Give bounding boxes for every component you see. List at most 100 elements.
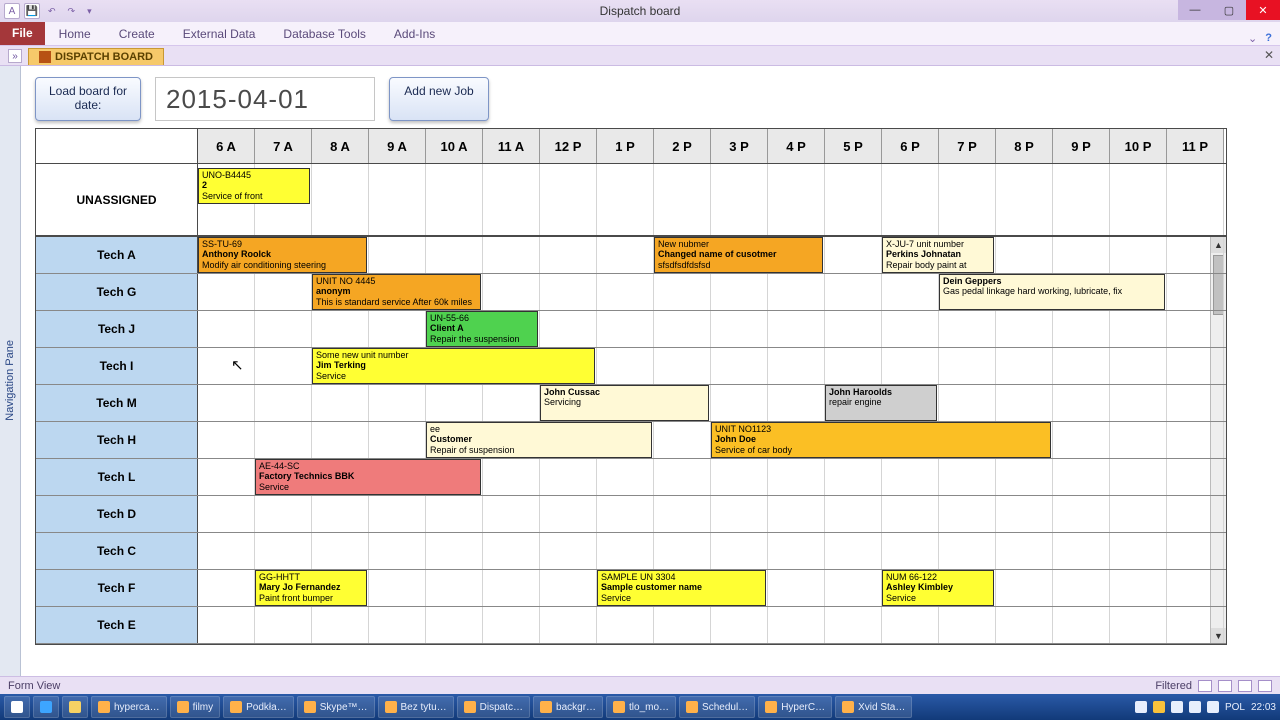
- tech-row: Tech C: [36, 533, 1226, 570]
- ribbon-tab-file[interactable]: File: [0, 21, 45, 45]
- hour-header: 8 A: [312, 129, 369, 163]
- qat-undo-icon[interactable]: ↶: [44, 6, 60, 17]
- job-card[interactable]: NUM 66-122Ashley KimbleyService: [882, 570, 994, 606]
- job-card[interactable]: John CussacServicing: [540, 385, 709, 421]
- job-card[interactable]: New nubmerChanged name of cusotmersfsdfs…: [654, 237, 823, 273]
- tech-track[interactable]: SS-TU-69Anthony RoolckModify air conditi…: [198, 237, 1226, 273]
- taskbar-app-button[interactable]: tlo_mo…: [606, 696, 676, 718]
- job-card[interactable]: eeCustomerRepair of suspension: [426, 422, 652, 458]
- taskbar-ie-button[interactable]: [33, 696, 59, 718]
- view-datasheet-icon[interactable]: [1218, 680, 1232, 692]
- job-customer: Factory Technics BBK: [259, 471, 477, 481]
- tech-track[interactable]: [198, 533, 1226, 569]
- ribbon-tab-create[interactable]: Create: [105, 23, 169, 45]
- tech-label: Tech H: [36, 422, 198, 458]
- document-tab-close-button[interactable]: ✕: [1264, 48, 1274, 62]
- tech-row: Tech FGG-HHTTMary Jo FernandezPaint fron…: [36, 570, 1226, 607]
- tech-track[interactable]: GG-HHTTMary Jo FernandezPaint front bump…: [198, 570, 1226, 606]
- shutter-bar-toggle[interactable]: »: [8, 49, 22, 63]
- job-card[interactable]: UN-55-66Client ARepair the suspension: [426, 311, 538, 347]
- job-unit: UN-55-66: [430, 313, 534, 323]
- start-button[interactable]: [4, 696, 30, 718]
- ribbon-tab-add-ins[interactable]: Add-Ins: [380, 23, 449, 45]
- tech-track[interactable]: Some new unit numberJim TerkingService: [198, 348, 1226, 384]
- taskbar-app-button[interactable]: Bez tytu…: [378, 696, 454, 718]
- job-customer: Perkins Johnatan: [886, 249, 990, 259]
- job-desc: Repair the suspension: [430, 334, 534, 344]
- job-card[interactable]: UNIT NO1123John DoeService of car body: [711, 422, 1051, 458]
- tech-track[interactable]: UN-55-66Client ARepair the suspension: [198, 311, 1226, 347]
- ribbon-tab-database-tools[interactable]: Database Tools: [269, 23, 380, 45]
- job-unit: SAMPLE UN 3304: [601, 572, 762, 582]
- tech-track[interactable]: John CussacServicing John Harooldsrepair …: [198, 385, 1226, 421]
- job-card[interactable]: SAMPLE UN 3304Sample customer nameServic…: [597, 570, 766, 606]
- add-new-job-button[interactable]: Add new Job: [389, 77, 489, 121]
- taskbar-app-label: Skype™…: [320, 702, 368, 713]
- window-maximize-button[interactable]: ▢: [1212, 0, 1246, 20]
- job-card[interactable]: UNIT NO 4445anonymThis is standard servi…: [312, 274, 481, 310]
- taskbar-app-button[interactable]: hyperca…: [91, 696, 167, 718]
- view-design-icon[interactable]: [1258, 680, 1272, 692]
- window-close-button[interactable]: ✕: [1246, 0, 1280, 20]
- job-card[interactable]: UNO-B44452Service of front: [198, 168, 310, 204]
- system-tray[interactable]: POL 22:03: [1135, 701, 1276, 713]
- ribbon-tab-external-data[interactable]: External Data: [169, 23, 270, 45]
- navigation-pane-label: Navigation Pane: [4, 340, 16, 421]
- document-tab-dispatch-board[interactable]: DISPATCH BOARD: [28, 48, 164, 65]
- ribbon: File HomeCreateExternal DataDatabase Too…: [0, 22, 1280, 46]
- window-minimize-button[interactable]: —: [1178, 0, 1212, 20]
- tech-track[interactable]: [198, 607, 1226, 643]
- taskbar-app-button[interactable]: HyperC…: [758, 696, 832, 718]
- job-card[interactable]: AE-44-SCFactory Technics BBKService: [255, 459, 481, 495]
- tech-track[interactable]: AE-44-SCFactory Technics BBKService: [198, 459, 1226, 495]
- navigation-pane-collapsed[interactable]: Navigation Pane: [0, 66, 21, 694]
- job-customer: anonym: [316, 286, 477, 296]
- view-layout-icon[interactable]: [1238, 680, 1252, 692]
- job-card[interactable]: Dein GeppersGas pedal linkage hard worki…: [939, 274, 1165, 310]
- taskbar-app-button[interactable]: Dispatc…: [457, 696, 530, 718]
- tray-clock[interactable]: 22:03: [1251, 702, 1276, 713]
- hour-header: 7 P: [939, 129, 996, 163]
- job-card[interactable]: X-JU-7 unit numberPerkins JohnatanRepair…: [882, 237, 994, 273]
- tray-language[interactable]: POL: [1225, 702, 1245, 713]
- taskbar-app-button[interactable]: Skype™…: [297, 696, 375, 718]
- taskbar-explorer-button[interactable]: [62, 696, 88, 718]
- taskbar-app-button[interactable]: filmy: [170, 696, 221, 718]
- tech-track[interactable]: eeCustomerRepair of suspension UNIT NO112…: [198, 422, 1226, 458]
- job-desc: repair engine: [829, 397, 933, 407]
- app-icon: [842, 701, 854, 713]
- ribbon-help-icon[interactable]: ?: [1265, 32, 1272, 45]
- tray-icon[interactable]: [1207, 701, 1219, 713]
- qat-customize-icon[interactable]: ▾: [83, 6, 96, 17]
- job-card[interactable]: GG-HHTTMary Jo FernandezPaint front bump…: [255, 570, 367, 606]
- tech-row: Tech JUN-55-66Client ARepair the suspens…: [36, 311, 1226, 348]
- hour-header: 11 P: [1167, 129, 1224, 163]
- job-card[interactable]: Some new unit numberJim TerkingService: [312, 348, 595, 384]
- job-desc: Gas pedal linkage hard working, lubricat…: [943, 286, 1161, 296]
- qat-save-icon[interactable]: 💾: [24, 3, 40, 19]
- date-input[interactable]: 2015-04-01: [155, 77, 375, 121]
- tray-icon[interactable]: [1135, 701, 1147, 713]
- tech-track[interactable]: [198, 496, 1226, 532]
- job-card[interactable]: John Harooldsrepair engine: [825, 385, 937, 421]
- tray-icon[interactable]: [1171, 701, 1183, 713]
- taskbar-app-button[interactable]: Schedul…: [679, 696, 755, 718]
- taskbar-app-button[interactable]: Xvid Sta…: [835, 696, 912, 718]
- qat-redo-icon[interactable]: ↷: [64, 6, 80, 17]
- folder-icon: [69, 701, 81, 713]
- ribbon-minimize-icon[interactable]: ⌄: [1248, 32, 1257, 45]
- ribbon-tab-home[interactable]: Home: [45, 23, 105, 45]
- taskbar-app-button[interactable]: Podkła…: [223, 696, 294, 718]
- job-desc: Service of front: [202, 191, 306, 201]
- view-form-icon[interactable]: [1198, 680, 1212, 692]
- tray-icon[interactable]: [1189, 701, 1201, 713]
- tech-track[interactable]: UNIT NO 4445anonymThis is standard servi…: [198, 274, 1226, 310]
- hour-header: 2 P: [654, 129, 711, 163]
- load-board-button[interactable]: Load board for date:: [35, 77, 141, 121]
- unassigned-track[interactable]: UNO-B44452Service of front: [198, 164, 1226, 235]
- job-card[interactable]: SS-TU-69Anthony RoolckModify air conditi…: [198, 237, 367, 273]
- tray-icon[interactable]: [1153, 701, 1165, 713]
- taskbar-app-button[interactable]: backgr…: [533, 696, 603, 718]
- taskbar-app-label: backgr…: [556, 702, 596, 713]
- hour-header: 1 P: [597, 129, 654, 163]
